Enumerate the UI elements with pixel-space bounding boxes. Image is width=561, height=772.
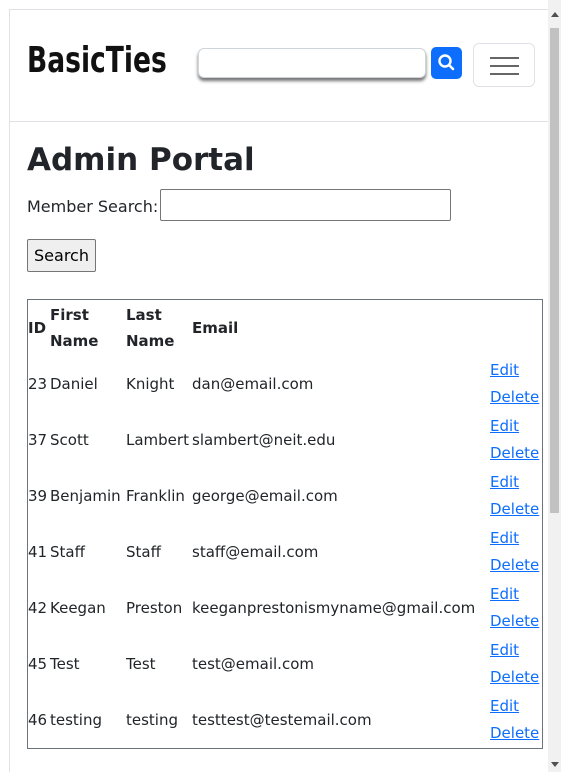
edit-link[interactable]: Edit: [490, 413, 542, 440]
delete-link[interactable]: Delete: [490, 496, 542, 523]
member-search-label: Member Search:: [27, 197, 159, 216]
cell-id: 41: [28, 543, 48, 561]
cell-id: 23: [28, 375, 48, 393]
search-button[interactable]: Search: [27, 239, 96, 272]
table-row: 46 testing testing testtest@testemail.co…: [28, 692, 543, 749]
cell-last-name: Knight: [126, 375, 175, 393]
cell-first-name: Scott: [50, 431, 89, 449]
cell-first-name: Keegan: [50, 599, 106, 617]
members-table: ID First Name Last Name Email 23 Daniel …: [27, 299, 543, 749]
delete-link[interactable]: Delete: [490, 720, 542, 747]
cell-email: george@email.com: [192, 487, 338, 505]
delete-link[interactable]: Delete: [490, 552, 542, 579]
nav-search-button[interactable]: [431, 47, 462, 79]
cell-first-name: Daniel: [50, 375, 98, 393]
delete-link[interactable]: Delete: [490, 608, 542, 635]
delete-link[interactable]: Delete: [490, 664, 542, 691]
table-header-row: ID First Name Last Name Email: [28, 300, 543, 357]
edit-link[interactable]: Edit: [490, 357, 542, 384]
table-row: 39 Benjamin Franklin george@email.com Ed…: [28, 468, 543, 524]
scroll-up-arrow-icon[interactable]: [551, 12, 559, 17]
cell-id: 42: [28, 599, 48, 617]
cell-last-name: Preston: [126, 599, 183, 617]
cell-id: 45: [28, 655, 48, 673]
cell-actions: Edit Delete: [490, 412, 543, 468]
cell-first-name: Test: [50, 655, 80, 673]
table-row: 23 Daniel Knight dan@email.com Edit Dele…: [28, 356, 543, 412]
cell-actions: Edit Delete: [490, 356, 543, 412]
cell-email: dan@email.com: [192, 375, 314, 393]
cell-last-name: Franklin: [126, 487, 185, 505]
cell-first-name: testing: [50, 711, 103, 729]
header-email: Email: [192, 319, 239, 337]
page-title: Admin Portal: [27, 142, 255, 178]
table-row: 41 Staff Staff staff@email.com Edit Dele…: [28, 524, 543, 580]
cell-first-name: Benjamin: [50, 487, 121, 505]
table-row: 42 Keegan Preston keeganprestonismyname@…: [28, 580, 543, 636]
header-first-name: First Name: [50, 306, 99, 350]
cell-actions: Edit Delete: [490, 468, 543, 524]
search-icon: [438, 54, 455, 71]
cell-id: 37: [28, 431, 48, 449]
cell-actions: Edit Delete: [490, 636, 543, 692]
cell-actions: Edit Delete: [490, 692, 543, 749]
cell-email: testtest@testemail.com: [192, 711, 372, 729]
cell-first-name: Staff: [50, 543, 85, 561]
member-search-input[interactable]: [160, 189, 451, 221]
cell-email: staff@email.com: [192, 543, 319, 561]
nav-search-input[interactable]: [198, 48, 426, 78]
delete-link[interactable]: Delete: [490, 384, 542, 411]
edit-link[interactable]: Edit: [490, 637, 542, 664]
cell-id: 39: [28, 487, 48, 505]
edit-link[interactable]: Edit: [490, 525, 542, 552]
cell-actions: Edit Delete: [490, 580, 543, 636]
cell-email: keeganprestonismyname@gmail.com: [192, 599, 476, 617]
cell-last-name: testing: [126, 711, 179, 729]
table-row: 37 Scott Lambert slambert@neit.edu Edit …: [28, 412, 543, 468]
header-last-name: Last Name: [126, 306, 175, 350]
scroll-down-arrow-icon[interactable]: [551, 762, 559, 767]
header-actions: [490, 300, 543, 357]
cell-last-name: Lambert: [126, 431, 189, 449]
scrollbar-thumb[interactable]: [550, 28, 559, 513]
brand-logo[interactable]: BasicTies: [27, 40, 167, 81]
cell-last-name: Test: [126, 655, 156, 673]
cell-actions: Edit Delete: [490, 524, 543, 580]
edit-link[interactable]: Edit: [490, 693, 542, 720]
edit-link[interactable]: Edit: [490, 581, 542, 608]
cell-last-name: Staff: [126, 543, 161, 561]
cell-email: test@email.com: [192, 655, 314, 673]
cell-email: slambert@neit.edu: [192, 431, 336, 449]
header-id: ID: [28, 319, 47, 337]
cell-id: 46: [28, 711, 48, 729]
edit-link[interactable]: Edit: [490, 469, 542, 496]
navbar: BasicTies: [10, 10, 548, 122]
navbar-toggler-button[interactable]: [473, 43, 535, 87]
table-row: 45 Test Test test@email.com Edit Delete: [28, 636, 543, 692]
delete-link[interactable]: Delete: [490, 440, 542, 467]
